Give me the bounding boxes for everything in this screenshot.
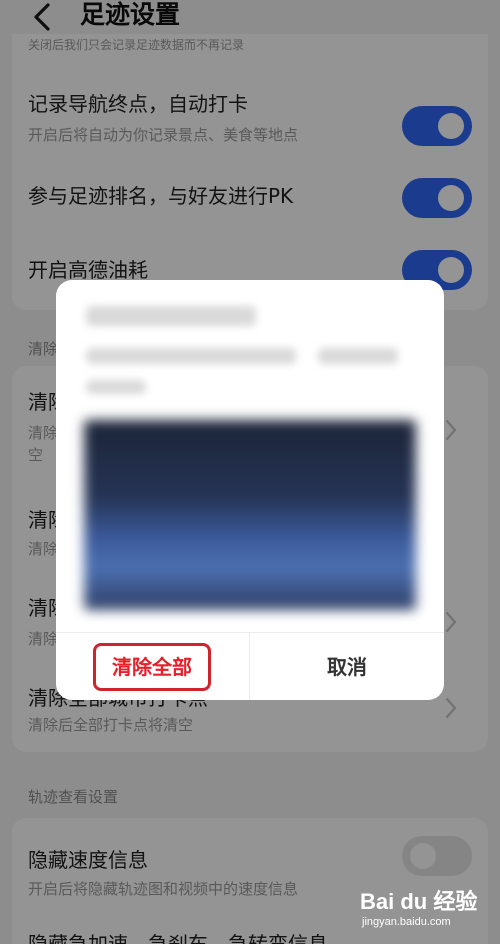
- blurred-dialog-text-line: [86, 348, 296, 364]
- settings-page: 足迹设置 关闭后我们只会记录足迹数据而不再记录 记录导航终点，自动打卡 开启后将…: [0, 0, 500, 944]
- clear-confirm-dialog: 清除全部 取消: [56, 280, 444, 700]
- baidu-jingyan-watermark: Bai du 经验 jingyan.baidu.com: [360, 884, 477, 928]
- watermark-brand: Bai du 经验: [360, 889, 478, 914]
- clear-all-button[interactable]: 清除全部: [93, 643, 211, 691]
- blurred-dialog-text-line: [86, 380, 146, 394]
- blurred-preview-image: [84, 420, 416, 610]
- blurred-dialog-text-line: [318, 348, 398, 364]
- dialog-actions: 清除全部 取消: [56, 632, 444, 700]
- cancel-button[interactable]: 取消: [250, 633, 444, 700]
- blurred-dialog-title: [86, 306, 256, 326]
- watermark-url: jingyan.baidu.com: [362, 916, 451, 928]
